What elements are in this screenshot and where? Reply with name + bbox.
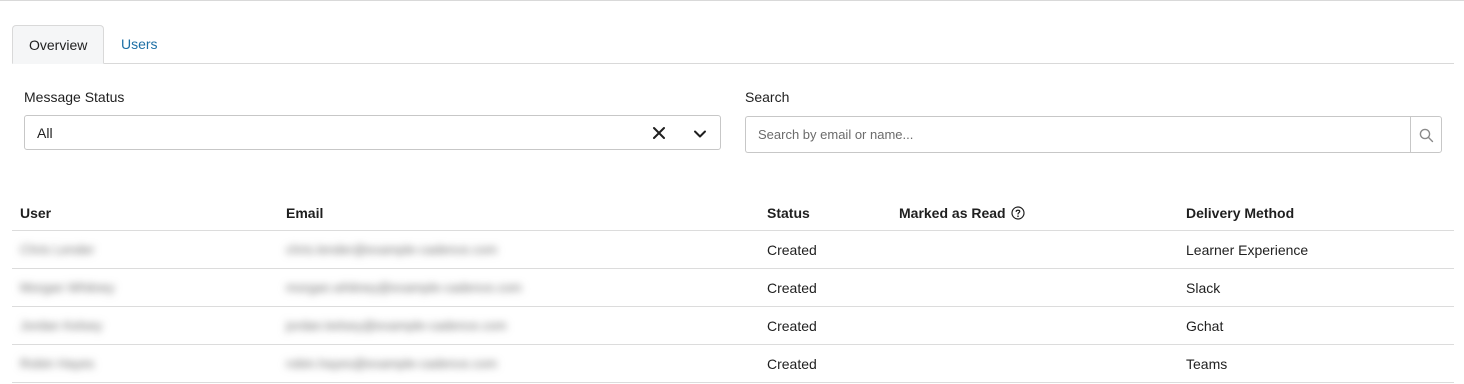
delivery-method-cell: Learner Experience bbox=[1186, 242, 1309, 258]
marked-as-read-label: Marked as Read bbox=[899, 205, 1006, 221]
user-email: morgan.whitney@example-cadence.com bbox=[286, 280, 522, 295]
top-divider bbox=[0, 0, 1464, 1]
delivery-method-cell: Teams bbox=[1186, 356, 1228, 372]
close-icon[interactable] bbox=[651, 125, 667, 141]
messages-table: User Email Status Marked as Read Deliver… bbox=[12, 193, 1454, 383]
tab-users[interactable]: Users bbox=[105, 25, 174, 64]
chevron-down-icon[interactable] bbox=[692, 126, 708, 142]
delivery-method-cell: Slack bbox=[1186, 280, 1221, 296]
message-status-select[interactable]: All bbox=[24, 115, 721, 150]
search-icon bbox=[1419, 128, 1434, 143]
user-email: robin.hayes@example-cadence.com bbox=[286, 356, 498, 371]
status-cell: Created bbox=[767, 318, 817, 334]
user-email: jordan.kelsey@example-cadence.com bbox=[286, 318, 507, 333]
table-row[interactable]: Chris Lender chris.lender@example-cadenc… bbox=[12, 231, 1454, 269]
column-header-marked-as-read[interactable]: Marked as Read bbox=[899, 205, 1025, 221]
tab-bar: Overview Users bbox=[12, 25, 1454, 64]
user-name: Chris Lender bbox=[20, 242, 95, 257]
message-status-value: All bbox=[37, 125, 53, 141]
user-email: chris.lender@example-cadence.com bbox=[286, 242, 498, 257]
table-row[interactable]: Jordan Kelsey jordan.kelsey@example-cade… bbox=[12, 307, 1454, 345]
search-label: Search bbox=[745, 89, 790, 105]
table-row[interactable]: Morgan Whitney morgan.whitney@example-ca… bbox=[12, 269, 1454, 307]
status-cell: Created bbox=[767, 242, 817, 258]
column-header-delivery-method[interactable]: Delivery Method bbox=[1186, 205, 1294, 221]
message-status-label: Message Status bbox=[24, 89, 125, 105]
status-cell: Created bbox=[767, 356, 817, 372]
column-header-user[interactable]: User bbox=[20, 205, 51, 221]
column-header-status[interactable]: Status bbox=[767, 205, 810, 221]
search-button[interactable] bbox=[1410, 116, 1442, 153]
status-cell: Created bbox=[767, 280, 817, 296]
question-circle-icon[interactable] bbox=[1011, 206, 1025, 220]
delivery-method-cell: Gchat bbox=[1186, 318, 1224, 334]
user-name: Robin Hayes bbox=[20, 356, 95, 371]
table-row[interactable]: Robin Hayes robin.hayes@example-cadence.… bbox=[12, 345, 1454, 383]
user-name: Morgan Whitney bbox=[20, 280, 115, 295]
search-input[interactable] bbox=[745, 116, 1411, 153]
table-header: User Email Status Marked as Read Deliver… bbox=[12, 193, 1454, 231]
user-name: Jordan Kelsey bbox=[20, 318, 103, 333]
tab-overview[interactable]: Overview bbox=[12, 25, 104, 64]
column-header-email[interactable]: Email bbox=[286, 205, 323, 221]
